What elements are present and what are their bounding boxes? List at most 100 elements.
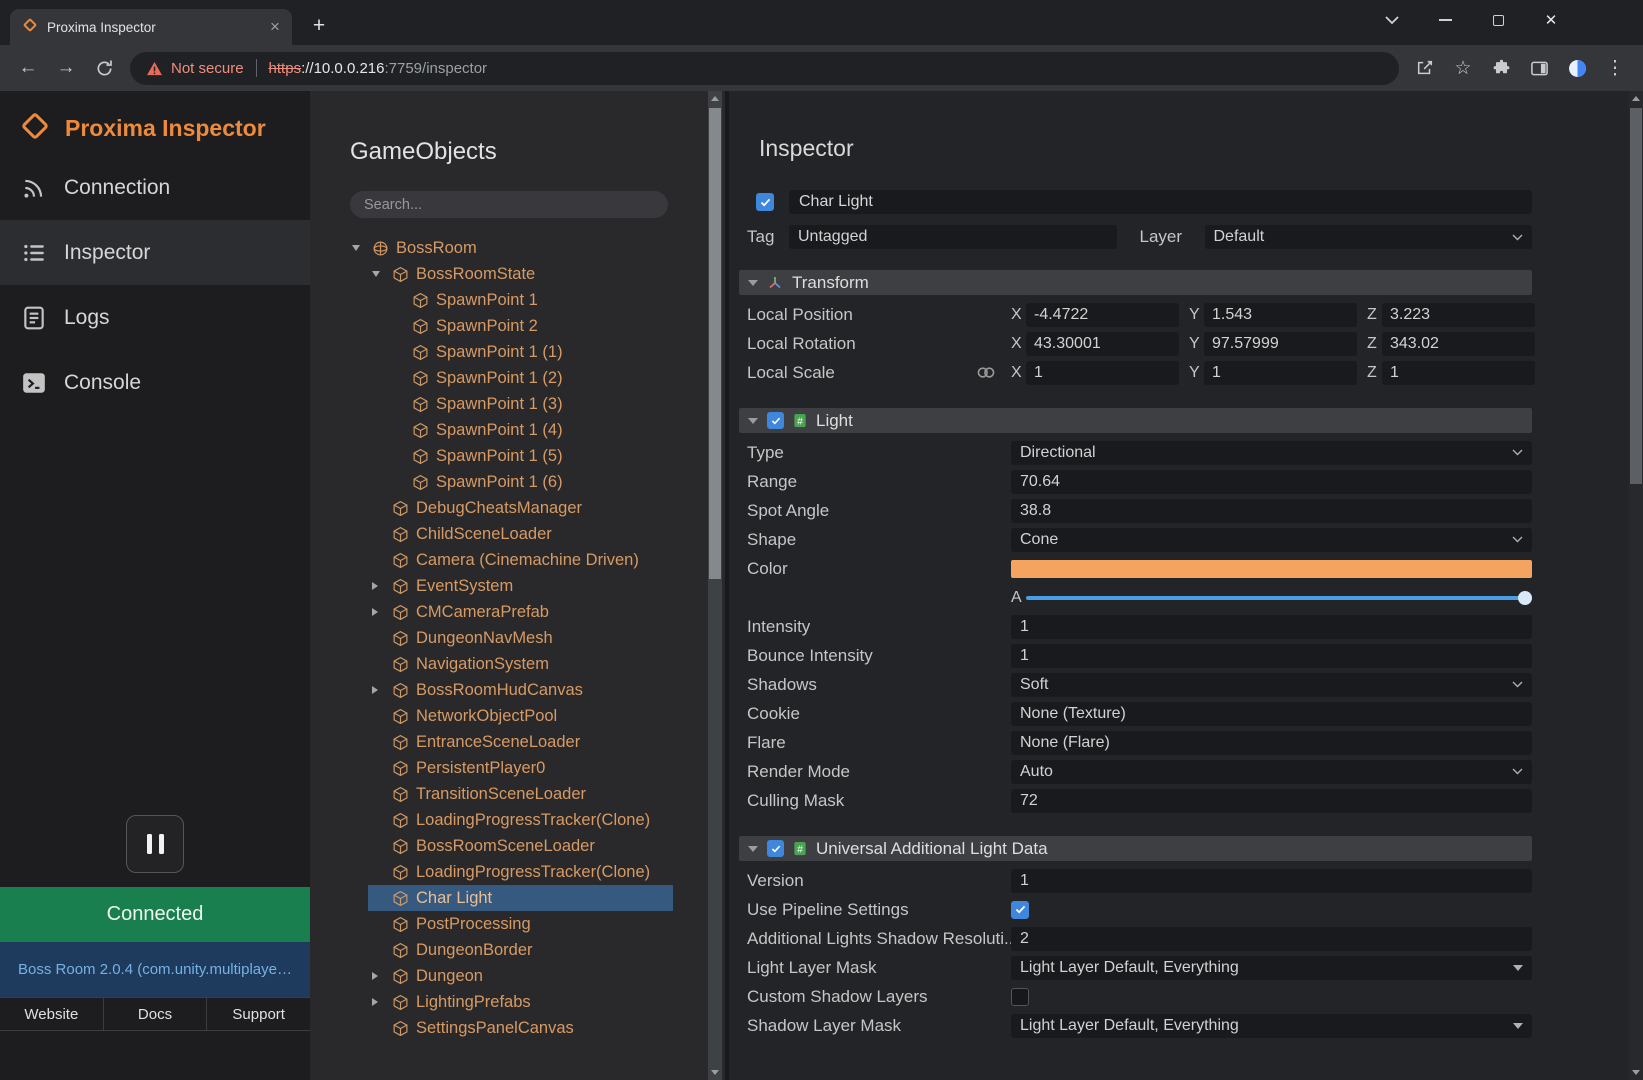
local-position-x-input[interactable] [1026, 303, 1179, 327]
alpha-slider[interactable] [1026, 591, 1532, 605]
address-bar[interactable]: Not secure https ://10.0.0.216 :7759/ins… [130, 52, 1399, 85]
scrollbar-thumb[interactable] [709, 108, 721, 579]
tree-item-cmcameraprefab[interactable]: CMCameraPrefab [310, 599, 725, 625]
collapse-arrow-icon[interactable] [352, 245, 372, 251]
footer-link-docs[interactable]: Docs [104, 998, 208, 1030]
reload-button[interactable] [86, 51, 122, 85]
shadows-dropdown[interactable]: Soft [1011, 673, 1532, 697]
tree-item-bossroomstate[interactable]: BossRoomState [310, 261, 725, 287]
local-rotation-z-input[interactable] [1382, 332, 1535, 356]
range-field[interactable] [1011, 470, 1532, 494]
extensions-puzzle-icon[interactable] [1483, 51, 1519, 85]
footer-link-support[interactable]: Support [207, 998, 310, 1030]
local-scale-z-input[interactable] [1382, 361, 1535, 385]
local-rotation-x-input[interactable] [1026, 332, 1179, 356]
tree-item-camera-cinemachine-driven[interactable]: Camera (Cinemachine Driven) [310, 547, 725, 573]
local-position-y-input[interactable] [1204, 303, 1357, 327]
expand-arrow-icon[interactable] [372, 972, 392, 980]
close-window-button[interactable]: ✕ [1543, 12, 1559, 28]
scroll-up-icon[interactable] [708, 91, 722, 106]
local-scale-y-input[interactable] [1204, 361, 1357, 385]
local-rotation-y-input[interactable] [1204, 332, 1357, 356]
gameobject-active-checkbox[interactable] [756, 193, 774, 211]
tree-item-loadingprogresstracker-clone[interactable]: LoadingProgressTracker(Clone) [310, 807, 725, 833]
expand-arrow-icon[interactable] [372, 686, 392, 694]
browser-tab[interactable]: Proxima Inspector × [10, 9, 292, 45]
back-button[interactable]: ← [10, 51, 46, 85]
type-dropdown[interactable]: Directional [1011, 441, 1532, 465]
slider-knob[interactable] [1518, 591, 1532, 605]
tree-item-spawnpoint-1[interactable]: SpawnPoint 1 [310, 287, 725, 313]
tree-item-postprocessing[interactable]: PostProcessing [310, 911, 725, 937]
uald-section-header[interactable]: # Universal Additional Light Data [739, 836, 1532, 861]
tree-item-debugcheatsmanager[interactable]: DebugCheatsManager [310, 495, 725, 521]
tree-item-networkobjectpool[interactable]: NetworkObjectPool [310, 703, 725, 729]
project-info[interactable]: Boss Room 2.0.4 (com.unity.multiplaye… [0, 942, 310, 997]
local-scale-x-input[interactable] [1026, 361, 1179, 385]
version-field[interactable] [1011, 869, 1532, 893]
maximize-button[interactable] [1490, 12, 1506, 28]
tree-item-spawnpoint-2[interactable]: SpawnPoint 2 [310, 313, 725, 339]
pause-button[interactable] [126, 815, 184, 873]
sidebar-item-connection[interactable]: Connection [0, 155, 310, 220]
tree-item-spawnpoint-1-4[interactable]: SpawnPoint 1 (4) [310, 417, 725, 443]
tree-item-spawnpoint-1-3[interactable]: SpawnPoint 1 (3) [310, 391, 725, 417]
scrollbar-thumb[interactable] [1630, 108, 1642, 484]
light-layer-mask-dropdown[interactable]: Light Layer Default, Everything [1011, 956, 1532, 980]
bounce-intensity-field[interactable] [1011, 644, 1532, 668]
tree-item-entrancesceneloader[interactable]: EntranceSceneLoader [310, 729, 725, 755]
sidebar-item-logs[interactable]: Logs [0, 285, 310, 350]
tree-item-transitionsceneloader[interactable]: TransitionSceneLoader [310, 781, 725, 807]
tree-item-eventsystem[interactable]: EventSystem [310, 573, 725, 599]
shadow-layer-mask-dropdown[interactable]: Light Layer Default, Everything [1011, 1014, 1532, 1038]
sidebar-item-console[interactable]: Console [0, 350, 310, 415]
tab-search-chevron-icon[interactable] [1384, 12, 1400, 28]
custom-shadow-layers-checkbox[interactable] [1011, 988, 1029, 1006]
page-scrollbar[interactable] [1629, 91, 1643, 1080]
tree-item-dungeonborder[interactable]: DungeonBorder [310, 937, 725, 963]
cookie-field[interactable] [1011, 702, 1532, 726]
search-input[interactable] [350, 191, 668, 218]
tree-item-spawnpoint-1-2[interactable]: SpawnPoint 1 (2) [310, 365, 725, 391]
spot-angle-field[interactable] [1011, 499, 1532, 523]
share-icon[interactable] [1407, 51, 1443, 85]
tab-close-icon[interactable]: × [266, 17, 284, 37]
shape-dropdown[interactable]: Cone [1011, 528, 1532, 552]
additional-lights-shadow-resoluti-field[interactable] [1011, 927, 1532, 951]
tree-item-dungeonnavmesh[interactable]: DungeonNavMesh [310, 625, 725, 651]
scroll-down-icon[interactable] [708, 1065, 722, 1080]
collapse-arrow-icon[interactable] [748, 846, 758, 852]
flare-field[interactable] [1011, 731, 1532, 755]
collapse-arrow-icon[interactable] [748, 280, 758, 286]
tree-item-settingspanelcanvas[interactable]: SettingsPanelCanvas [310, 1015, 725, 1041]
tree-item-childsceneloader[interactable]: ChildSceneLoader [310, 521, 725, 547]
extension-avatar-icon[interactable] [1559, 51, 1595, 85]
culling-mask-field[interactable] [1011, 789, 1532, 813]
expand-arrow-icon[interactable] [372, 608, 392, 616]
footer-link-website[interactable]: Website [0, 998, 104, 1030]
light-section-header[interactable]: # Light [739, 408, 1532, 433]
tree-item-persistentplayer0[interactable]: PersistentPlayer0 [310, 755, 725, 781]
tree-item-spawnpoint-1-5[interactable]: SpawnPoint 1 (5) [310, 443, 725, 469]
uald-enabled-checkbox[interactable] [767, 840, 784, 857]
scroll-down-icon[interactable] [1629, 1065, 1643, 1080]
tree-item-spawnpoint-1-6[interactable]: SpawnPoint 1 (6) [310, 469, 725, 495]
new-tab-button[interactable]: + [306, 13, 332, 39]
bookmark-star-icon[interactable]: ☆ [1445, 51, 1481, 85]
side-panel-icon[interactable] [1521, 51, 1557, 85]
tree-item-bossroomsceneloader[interactable]: BossRoomSceneLoader [310, 833, 725, 859]
expand-arrow-icon[interactable] [372, 998, 392, 1006]
collapse-arrow-icon[interactable] [372, 271, 392, 277]
sidebar-item-inspector[interactable]: Inspector [0, 220, 310, 285]
transform-section-header[interactable]: Transform [739, 270, 1532, 295]
minimize-button[interactable] [1437, 12, 1453, 28]
light-enabled-checkbox[interactable] [767, 412, 784, 429]
use-pipeline-settings-checkbox[interactable] [1011, 901, 1029, 919]
tree-item-char-light[interactable]: Char Light [310, 885, 725, 911]
tree-item-spawnpoint-1-1[interactable]: SpawnPoint 1 (1) [310, 339, 725, 365]
collapse-arrow-icon[interactable] [748, 418, 758, 424]
gameobject-name-field[interactable] [789, 190, 1532, 214]
scale-link-icon[interactable] [976, 366, 996, 379]
tree-item-navigationsystem[interactable]: NavigationSystem [310, 651, 725, 677]
expand-arrow-icon[interactable] [372, 582, 392, 590]
